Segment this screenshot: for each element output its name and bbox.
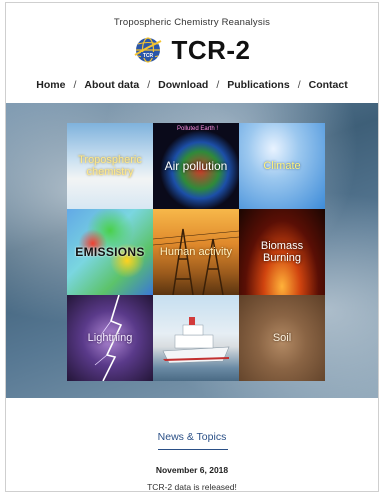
- site-logo[interactable]: TCR TCR-2: [6, 33, 378, 67]
- tile-label: Soil: [272, 332, 292, 344]
- nav-separator: /: [297, 79, 301, 91]
- tile-soil[interactable]: Soil: [239, 295, 325, 381]
- tile-tag: Polluted Earth !: [177, 126, 219, 132]
- globe-logo-icon: TCR: [134, 37, 162, 63]
- nav-separator: /: [73, 79, 77, 91]
- ship-icon: [162, 317, 230, 364]
- page-frame: Tropospheric Chemistry Reanalysis TCR TC…: [5, 2, 379, 492]
- svg-text:TCR: TCR: [143, 53, 154, 59]
- news-date: November 6, 2018: [155, 465, 229, 475]
- tile-climate[interactable]: Climate: [239, 123, 325, 209]
- topic-grid: Tropospheric chemistry Polluted Earth ! …: [67, 123, 325, 381]
- tile-air-pollution[interactable]: Polluted Earth ! Air pollution: [153, 123, 239, 209]
- news-item[interactable]: TCR-2 data is released!: [6, 482, 378, 491]
- tile-label: Lightning: [87, 332, 133, 344]
- site-subtitle: Tropospheric Chemistry Reanalysis: [113, 17, 271, 28]
- nav-separator: /: [147, 79, 151, 91]
- tile-biomass-burning[interactable]: Biomass Burning: [239, 209, 325, 295]
- tile-label: Tropospheric chemistry: [78, 154, 142, 178]
- nav-download[interactable]: Download: [158, 79, 208, 91]
- tile-human-activity[interactable]: Human activity: [153, 209, 239, 295]
- tile-tropospheric-chemistry[interactable]: Tropospheric chemistry: [67, 123, 153, 209]
- tile-label: EMISSIONS: [75, 245, 145, 259]
- main-nav: Home / About data / Download / Publicati…: [6, 77, 378, 93]
- tile-emissions[interactable]: EMISSIONS: [67, 209, 153, 295]
- tile-label: Human activity: [159, 246, 233, 258]
- hero-banner: Tropospheric chemistry Polluted Earth ! …: [6, 103, 378, 398]
- tile-lightning[interactable]: Lightning: [67, 295, 153, 381]
- news-divider: [158, 449, 228, 450]
- nav-separator: /: [216, 79, 220, 91]
- tile-label: Air pollution: [164, 159, 228, 173]
- nav-home[interactable]: Home: [36, 79, 65, 91]
- tile-label: Biomass Burning: [260, 240, 304, 264]
- tile-ship[interactable]: [153, 295, 239, 381]
- news-title[interactable]: News & Topics: [6, 431, 378, 443]
- nav-publications[interactable]: Publications: [227, 79, 289, 91]
- tile-label: Climate: [263, 160, 301, 172]
- nav-contact[interactable]: Contact: [309, 79, 348, 91]
- logo-text: TCR-2: [171, 34, 251, 65]
- nav-about-data[interactable]: About data: [84, 79, 139, 91]
